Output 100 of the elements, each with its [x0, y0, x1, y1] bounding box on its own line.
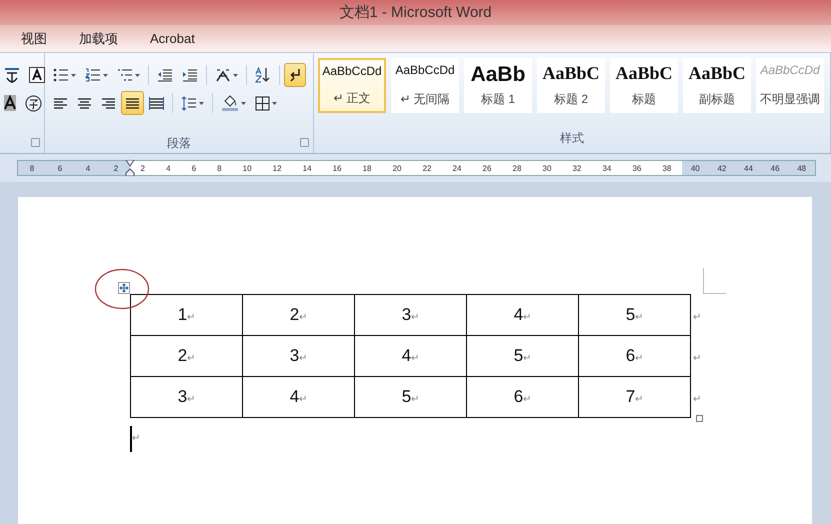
- table-cell: 4↵: [354, 336, 466, 376]
- distribute-icon: [149, 96, 164, 110]
- table-cell: 2↵: [242, 294, 354, 336]
- ruler-number: 16: [332, 164, 342, 172]
- style-gallery-item[interactable]: AaBbCcDd ↵ 正文: [318, 58, 386, 113]
- ruler-number: 6: [192, 164, 196, 172]
- table-cell: 1↵: [130, 294, 242, 336]
- resize-handle-icon[interactable]: [696, 415, 703, 422]
- group-label: 段落: [167, 134, 191, 152]
- ruler-number: 6: [58, 164, 62, 172]
- paragraph-mark: ↵: [132, 432, 140, 444]
- style-preview: AaBb: [470, 63, 526, 87]
- ruler-number: 46: [770, 164, 780, 172]
- style-gallery-item[interactable]: AaBb 标题 1: [464, 58, 532, 113]
- ruler-number: 4: [166, 164, 171, 172]
- indent-marker-icon[interactable]: [125, 160, 135, 176]
- ruler-number: 2: [140, 164, 145, 172]
- bullets-icon: [53, 68, 69, 82]
- ruler-number: 12: [272, 164, 282, 172]
- ruler-number: 42: [717, 164, 726, 172]
- ruler-number: 10: [242, 164, 252, 172]
- style-label: 不明显强调: [760, 91, 820, 108]
- dropdown-arrow-icon: [103, 74, 108, 76]
- style-gallery-item[interactable]: AaBbC 副标题: [683, 58, 751, 113]
- dropdown-arrow-icon: [233, 74, 238, 76]
- paint-bucket-icon: [221, 95, 239, 111]
- style-gallery-item[interactable]: AaBbC 标题 2: [537, 58, 605, 113]
- table-cell: 3↵: [242, 336, 354, 376]
- annotation-circle: [94, 268, 150, 310]
- table-cell: 6↵: [466, 376, 578, 418]
- move-handle-icon[interactable]: [118, 282, 130, 294]
- table-cell: 4↵: [466, 294, 578, 336]
- style-preview: AaBbCcDd: [322, 64, 382, 78]
- style-label: ↵ 正文: [333, 90, 371, 107]
- style-gallery-item[interactable]: AaBbCcDd ↵ 无间隔: [391, 58, 459, 113]
- align-left-icon: [53, 96, 68, 110]
- dropdown-arrow-icon: [199, 102, 204, 104]
- align-center-icon: [77, 96, 92, 110]
- character-shading-icon: [4, 95, 16, 111]
- ribbon-tab[interactable]: Acrobat: [141, 29, 204, 48]
- ribbon-tab[interactable]: 视图: [12, 28, 56, 50]
- outdent-icon: [157, 68, 173, 82]
- paragraph-mark-icon: [288, 68, 302, 82]
- character-border-icon: [29, 67, 45, 83]
- style-preview: AaBbC: [688, 63, 746, 84]
- ruler-number: 48: [797, 164, 806, 172]
- ruler-number: 4: [86, 164, 90, 172]
- style-label: 标题: [632, 91, 656, 108]
- table-cell: 3↵: [354, 294, 466, 336]
- style-label: ↵ 无间隔: [400, 91, 450, 108]
- table-cell: 3↵: [130, 376, 242, 418]
- style-label: 标题 1: [480, 91, 515, 108]
- ruler-number: 18: [362, 164, 372, 172]
- dropdown-arrow-icon: [241, 102, 246, 104]
- style-gallery-item[interactable]: AaBbC 标题: [610, 58, 678, 113]
- text-layout-icon: [215, 68, 231, 82]
- window-title: 文档1 - Microsoft Word: [339, 3, 492, 22]
- multilevel-list-icon: [117, 68, 133, 82]
- ruler-number: 36: [632, 164, 642, 172]
- ruler-number: 20: [392, 164, 402, 172]
- ribbon-button[interactable]: [121, 91, 144, 115]
- style-preview: AaBbCcDd: [760, 63, 820, 77]
- group-label: 样式: [560, 130, 584, 146]
- ruler-number: 38: [662, 164, 672, 172]
- ruler-number: 26: [482, 164, 492, 172]
- sort-icon: [255, 67, 271, 83]
- style-preview: AaBbC: [615, 63, 672, 84]
- table-cell: 7↵: [578, 376, 690, 418]
- enclosed-character-icon: [25, 94, 42, 112]
- ruler-number: 34: [602, 164, 612, 172]
- table-cell: 5↵: [354, 376, 466, 418]
- table-cell: 6↵: [578, 336, 690, 376]
- dropdown-arrow-icon: [135, 74, 140, 76]
- style-gallery-item[interactable]: AaBbCcDd 不明显强调: [756, 58, 824, 113]
- row-end-mark: ↵: [693, 353, 701, 364]
- ruler-number: 22: [422, 164, 432, 172]
- style-label: 副标题: [699, 91, 735, 108]
- dropdown-arrow-icon: [272, 102, 277, 104]
- table-cell: 5↵: [578, 294, 690, 336]
- table-cell: 5↵: [466, 336, 578, 376]
- justify-icon: [125, 96, 140, 110]
- style-label: 标题 2: [554, 91, 588, 108]
- ruler-number: 30: [542, 164, 552, 172]
- ruler-number: 2: [114, 164, 118, 172]
- table-cell: 4↵: [242, 376, 354, 418]
- ruler-number: 14: [302, 164, 312, 172]
- ruler-number: 8: [217, 164, 222, 172]
- borders-icon: [255, 96, 270, 110]
- ribbon-button[interactable]: [284, 63, 306, 87]
- numbered-list-icon: [85, 68, 101, 82]
- text-cursor: [130, 426, 132, 452]
- style-preview: AaBbCcDd: [395, 63, 455, 77]
- crop-mark: [703, 268, 726, 294]
- line-spacing-icon: [181, 96, 197, 110]
- ruler-number: 44: [744, 164, 753, 172]
- dropdown-arrow-icon: [71, 74, 76, 76]
- row-end-mark: ↵: [693, 312, 701, 323]
- table-cell: 2↵: [130, 336, 242, 376]
- ribbon-tab[interactable]: 加载项: [70, 28, 127, 50]
- ruler-number: 32: [572, 164, 582, 172]
